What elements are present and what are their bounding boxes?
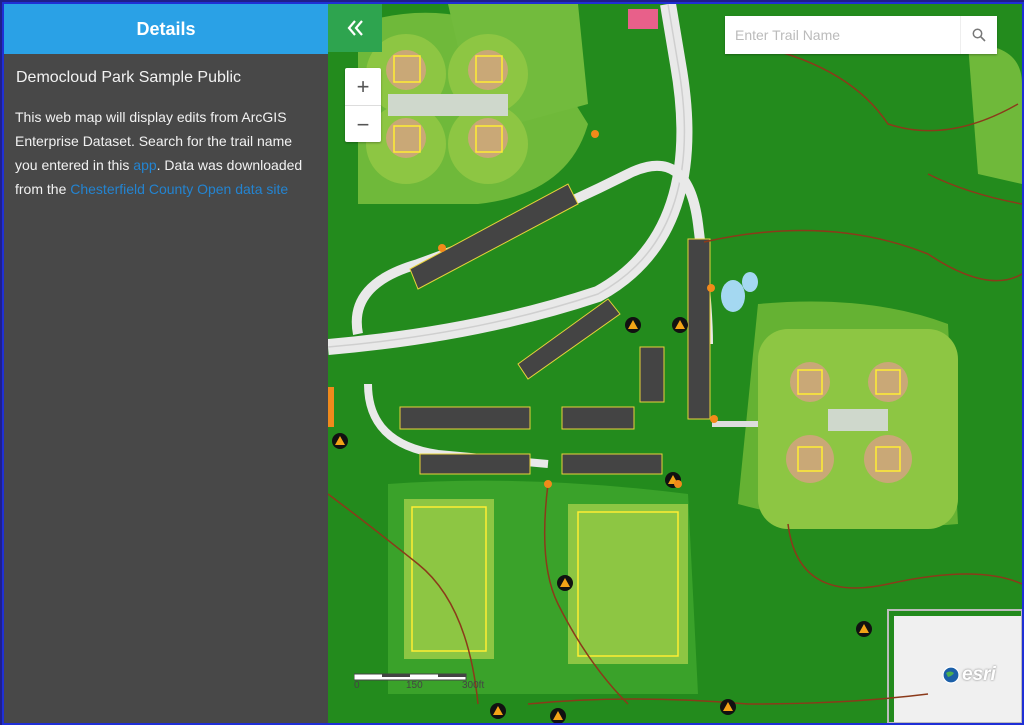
scale-label-1: 150 (406, 680, 423, 691)
basemap (328, 4, 1022, 723)
zoom-control: + − (345, 68, 381, 142)
app-link[interactable]: app (133, 157, 156, 173)
scale-label-0: 0 (354, 680, 360, 691)
search-button[interactable] (960, 16, 997, 54)
double-chevron-left-icon (347, 20, 363, 36)
esri-logo: esri (942, 664, 996, 686)
esri-text: esri (962, 664, 996, 685)
globe-icon (942, 666, 960, 684)
scale-label-2: 300ft (462, 680, 485, 691)
ballfields-right (758, 329, 958, 529)
map-view[interactable]: + − 0 150 300ft (328, 4, 1022, 723)
open-data-link[interactable]: Chesterfield County Open data site (70, 181, 288, 197)
app-frame: Details Democloud Park Sample Public Thi… (2, 2, 1024, 725)
search-icon (972, 28, 986, 42)
collapse-panel-button[interactable] (328, 4, 382, 52)
panel-title: Democloud Park Sample Public (16, 69, 241, 86)
details-panel: Details Democloud Park Sample Public Thi… (4, 4, 328, 723)
zoom-in-button[interactable]: + (345, 68, 381, 105)
panel-description: This web map will display edits from Arc… (15, 105, 316, 201)
panel-header: Details (4, 4, 328, 54)
trail-search-input[interactable] (725, 16, 960, 54)
zoom-out-button[interactable]: − (345, 105, 381, 143)
trail-search (725, 16, 997, 54)
scale-bar: 0 150 300ft (353, 668, 484, 698)
